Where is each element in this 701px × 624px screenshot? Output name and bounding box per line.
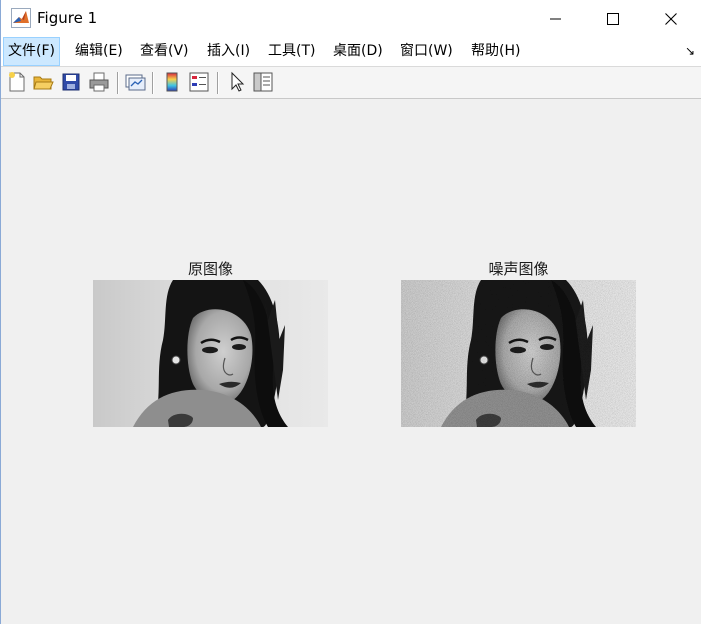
menu-insert[interactable]: 插入(I) [203, 37, 254, 66]
link-plot-icon[interactable] [124, 71, 146, 93]
menu-help[interactable]: 帮助(H) [467, 37, 524, 66]
menu-edit[interactable]: 编辑(E) [71, 37, 127, 66]
dock-arrow-icon[interactable]: ↘ [685, 44, 695, 58]
maximize-icon [607, 12, 619, 25]
figure-toolbar [1, 67, 701, 99]
colorbar-icon[interactable] [161, 71, 183, 93]
menu-tools[interactable]: 工具(T) [264, 37, 319, 66]
close-icon [665, 12, 677, 25]
axes-title-noisy: 噪声图像 [488, 260, 549, 278]
minimize-button[interactable] [533, 0, 579, 37]
noisy-image [401, 280, 636, 427]
save-icon[interactable] [60, 71, 82, 93]
property-inspector-icon[interactable] [252, 71, 274, 93]
menu-view[interactable]: 查看(V) [136, 37, 193, 66]
new-figure-icon[interactable] [6, 71, 28, 93]
minimize-icon [550, 18, 561, 19]
maximize-button[interactable] [590, 0, 636, 37]
toolbar-separator [117, 72, 119, 94]
menu-desktop[interactable]: 桌面(D) [329, 37, 387, 66]
print-icon[interactable] [88, 71, 110, 93]
close-button[interactable] [648, 0, 694, 37]
window-title: Figure 1 [37, 9, 98, 27]
menu-window[interactable]: 窗口(W) [396, 37, 457, 66]
original-image [93, 280, 328, 427]
matlab-icon [11, 8, 31, 28]
figure-window: Figure 1 文件(F) 编辑(E) 查看(V) 插入(I) 工具(T) 桌… [0, 0, 701, 624]
toolbar-separator [152, 72, 154, 94]
toolbar-separator [217, 72, 219, 94]
legend-icon[interactable] [188, 71, 210, 93]
edit-plot-icon[interactable] [226, 71, 248, 93]
menu-file[interactable]: 文件(F) [3, 37, 60, 66]
title-bar: Figure 1 [1, 0, 701, 37]
axes-title-original: 原图像 [187, 260, 233, 278]
menu-bar: 文件(F) 编辑(E) 查看(V) 插入(I) 工具(T) 桌面(D) 窗口(W… [1, 37, 701, 67]
open-file-icon[interactable] [32, 71, 54, 93]
